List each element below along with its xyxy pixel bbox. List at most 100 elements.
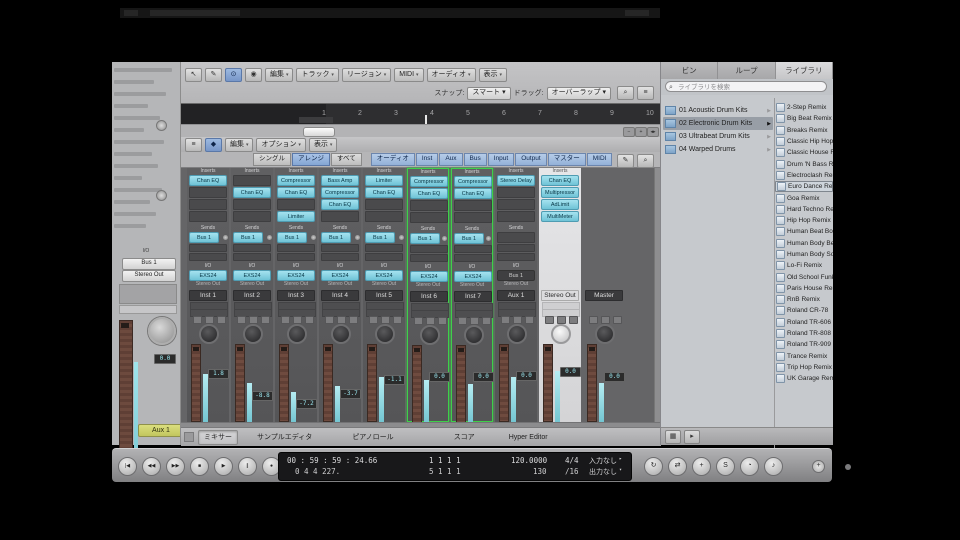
stop-button[interactable]: ■	[190, 457, 209, 476]
patch-row[interactable]: Old School Funk Remix	[775, 271, 833, 282]
footer-icon[interactable]: ▸	[684, 429, 700, 444]
instrument-slot[interactable]: EXS24	[454, 271, 492, 282]
tiny-button[interactable]	[369, 316, 378, 324]
horizontal-scrollbar[interactable]: − + ◂▸	[181, 124, 661, 138]
mixer-filter-Output[interactable]: Output	[515, 153, 547, 166]
fader-slot[interactable]	[587, 344, 597, 422]
footer-icon[interactable]: ▦	[665, 429, 681, 444]
instrument-slot[interactable]: EXS24	[233, 270, 271, 281]
mixer-filter-Inst[interactable]: Inst	[415, 153, 439, 166]
patch-row[interactable]: Paris House Remix	[775, 283, 833, 294]
send-knob[interactable]	[486, 236, 491, 241]
fader-slot[interactable]	[456, 345, 466, 423]
send-slot-empty[interactable]	[233, 253, 271, 261]
track-name[interactable]: Inst 6	[410, 291, 448, 302]
media-tab-ライブラリ[interactable]: ライブラリ	[775, 62, 833, 79]
instrument-slot[interactable]: EXS24	[277, 270, 315, 281]
tiny-button[interactable]	[557, 316, 566, 324]
insert-slot-empty[interactable]	[497, 211, 535, 222]
tiny-button[interactable]	[261, 316, 270, 324]
insert-slot[interactable]: Limiter	[277, 211, 315, 222]
insert-slot[interactable]: AdLimit	[541, 199, 579, 210]
inspector-pan-knob[interactable]	[148, 317, 176, 345]
insert-slot-empty[interactable]	[365, 211, 403, 222]
mixer-view-シングル[interactable]: シングル	[253, 153, 291, 166]
arrange-menu-MIDI[interactable]: MIDI ▾	[394, 68, 424, 82]
tiny-button[interactable]	[281, 316, 290, 324]
send-slot[interactable]: Bus 1	[189, 232, 219, 243]
pointer-icon[interactable]: ↖	[185, 68, 202, 82]
instrument-slot[interactable]: EXS24	[410, 271, 448, 282]
insert-slot[interactable]: Compressor	[410, 176, 448, 187]
tiny-button[interactable]	[293, 316, 302, 324]
patch-row[interactable]: Roland TR-909	[775, 339, 833, 350]
tiny-button[interactable]	[325, 316, 334, 324]
instrument-slot[interactable]: EXS24	[189, 270, 227, 281]
track-name[interactable]: Stereo Out	[541, 290, 579, 301]
pencil-icon[interactable]: ✎	[205, 68, 222, 82]
tiny-button[interactable]	[438, 317, 447, 325]
send-slot-empty[interactable]	[410, 245, 448, 253]
pan-knob[interactable]	[331, 324, 351, 344]
inspector-knob-icon[interactable]	[156, 120, 167, 131]
insert-slot[interactable]: Stereo Delay	[497, 175, 535, 186]
mixer-filter-Bus[interactable]: Bus	[463, 153, 487, 166]
fader-slot[interactable]	[279, 344, 289, 422]
send-slot[interactable]: Bus 1	[410, 233, 440, 244]
tab-サンプルエディタ[interactable]: サンプルエディタ	[252, 431, 317, 444]
tiny-button[interactable]	[589, 316, 598, 324]
tiny-button[interactable]	[205, 316, 214, 324]
mixer-view-すべて[interactable]: すべて	[331, 153, 362, 166]
tiny-button[interactable]	[569, 316, 578, 324]
patch-row[interactable]: Hip Hop Remix	[775, 215, 833, 226]
pan-knob[interactable]	[420, 325, 440, 345]
tiny-button[interactable]	[525, 316, 534, 324]
track-name[interactable]: Master	[585, 290, 623, 301]
patch-row[interactable]: Breaks Remix	[775, 125, 833, 136]
input-slot[interactable]: Bus 1	[497, 270, 535, 281]
output-slot[interactable]: Stereo Out	[319, 281, 361, 289]
drag-dropdown[interactable]: オーバーラップ ▾	[546, 86, 611, 100]
volume-value[interactable]: 0.0	[560, 367, 581, 377]
insert-slot-empty[interactable]	[410, 200, 448, 211]
volume-value[interactable]: -8.8	[252, 391, 273, 401]
mixer-filter-Input[interactable]: Input	[487, 153, 515, 166]
volume-value[interactable]: -3.7	[340, 389, 361, 399]
patch-row[interactable]: Euro Dance Remix	[775, 181, 833, 193]
patch-row[interactable]: Goa Remix	[775, 192, 833, 203]
patch-row[interactable]: Drum 'N Bass Remix	[775, 158, 833, 169]
fader-slot[interactable]	[367, 344, 377, 422]
send-slot-empty[interactable]	[365, 253, 403, 261]
insert-slot-empty[interactable]	[233, 175, 271, 186]
scroll-arrow-button[interactable]: ◂▸	[647, 127, 659, 137]
mixer-filter-オーディオ[interactable]: オーディオ	[370, 153, 415, 166]
patch-row[interactable]: Trip Hop Remix	[775, 362, 833, 373]
pan-knob[interactable]	[507, 324, 527, 344]
patch-row[interactable]: Roland TR-606	[775, 317, 833, 328]
volume-value[interactable]: 0.0	[473, 372, 494, 382]
insert-slot-empty[interactable]	[365, 199, 403, 210]
insert-slot[interactable]: Chan EQ	[454, 188, 492, 199]
mixer-menu-表示[interactable]: 表示 ▾	[308, 137, 338, 152]
tiny-button[interactable]	[470, 317, 479, 325]
patch-row[interactable]: 2-Step Remix	[775, 102, 833, 113]
output-slot[interactable]: Stereo Out	[452, 282, 492, 290]
pan-knob[interactable]	[375, 324, 395, 344]
output-slot[interactable]: Stereo Out	[231, 281, 273, 289]
output-slot[interactable]: Stereo Out	[408, 282, 448, 290]
send-knob[interactable]	[399, 235, 404, 240]
send-slot-empty[interactable]	[189, 244, 227, 252]
pan-knob[interactable]	[464, 325, 484, 345]
instrument-slot[interactable]: EXS24	[321, 270, 359, 281]
patch-row[interactable]: Classic House Remix	[775, 147, 833, 158]
send-slot-empty[interactable]	[277, 244, 315, 252]
send-knob[interactable]	[223, 235, 228, 240]
toolbar-icon[interactable]: ≡	[637, 86, 654, 100]
insert-slot-empty[interactable]	[497, 199, 535, 210]
pan-knob[interactable]	[595, 324, 615, 344]
fader-slot[interactable]	[543, 344, 553, 422]
pause-button[interactable]: ∥	[238, 457, 257, 476]
volume-value[interactable]: -1.1	[384, 375, 405, 385]
midi-icon[interactable]: ◉	[245, 68, 262, 82]
patch-row[interactable]: Human Body Sounds	[775, 249, 833, 260]
